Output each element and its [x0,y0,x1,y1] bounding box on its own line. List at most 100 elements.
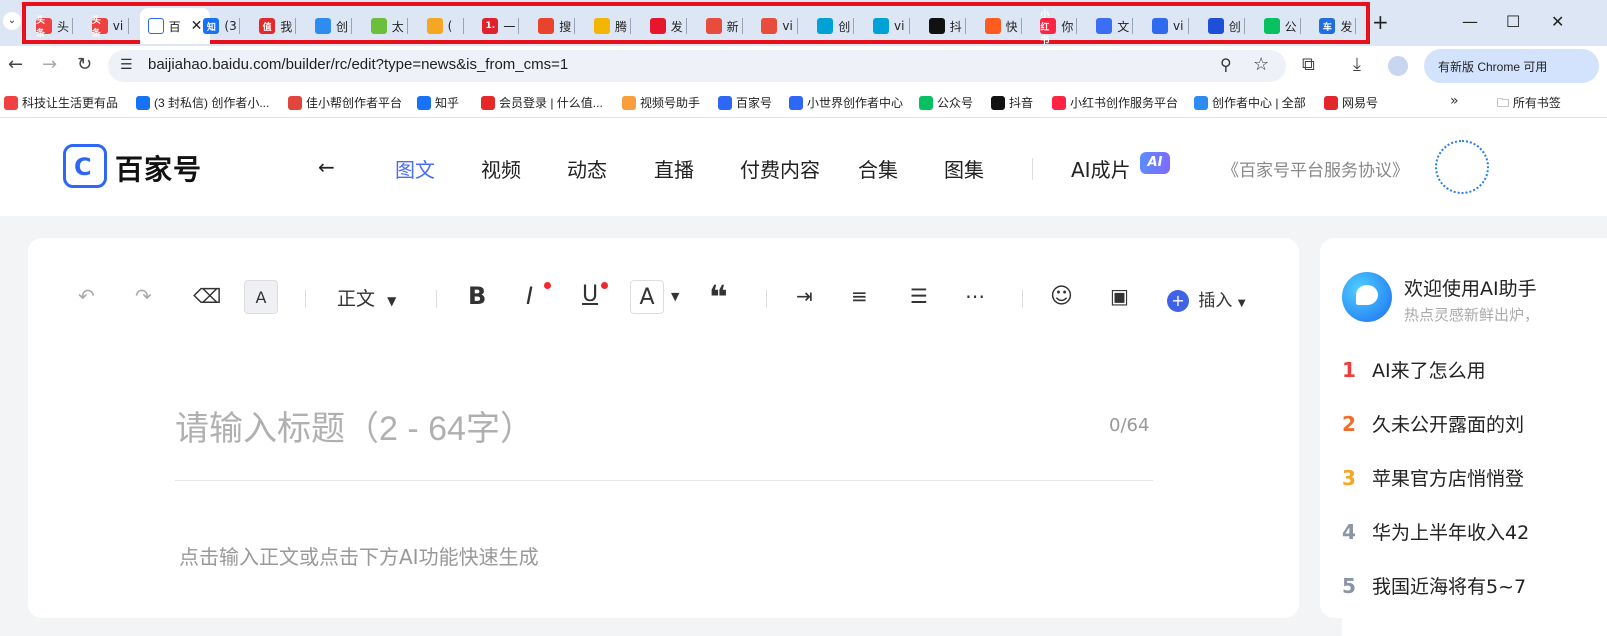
hot-topic-item[interactable]: 5 我国近海将有5~7 [1342,572,1526,599]
nav-gallery[interactable]: 图集 [944,154,984,183]
hot-topic-item[interactable]: 1 AI来了怎么用 [1342,356,1486,383]
nav-paid-content[interactable]: 付费内容 [740,154,820,183]
underline-icon[interactable]: U [582,282,598,307]
nav-video[interactable]: 视频 [481,154,521,183]
bookmark-item[interactable]: 网易号 [1324,94,1378,111]
eraser-icon[interactable]: ⌫ [193,284,221,308]
browser-tab[interactable]: 搜 [538,14,576,38]
reload-button[interactable]: ↻ [77,54,92,75]
hot-topic-item[interactable]: 2 久未公开露面的刘 [1342,410,1524,437]
unordered-list-icon[interactable]: ☰ [910,284,928,308]
bookmark-item[interactable]: 佳小帮创作者平台 [288,94,402,111]
all-bookmarks[interactable]: 🗀 所有书签 [1497,94,1561,115]
browser-tab[interactable]: 头条 vi [91,14,129,39]
extensions-icon[interactable]: ⧉ [1302,54,1315,75]
insert-button[interactable]: + 插入 ▼ [1167,286,1246,312]
browser-tab[interactable]: 头条头 [36,14,73,39]
bookmark-item[interactable]: (3 封私信) 创作者小... [136,94,269,111]
bookmark-item[interactable]: 会员登录 | 什么值... [481,94,603,111]
browser-tab[interactable]: 太 [370,14,408,38]
avatar[interactable] [1435,140,1489,194]
service-agreement-link[interactable]: 《百家号平台服务协议》 [1222,156,1409,181]
browser-tab[interactable]: 创 [1207,14,1245,38]
browser-tab[interactable]: 快 [984,14,1022,38]
font-color-icon[interactable]: A [630,280,664,314]
toutiao-icon [4,95,18,110]
bookmark-item[interactable]: 创作者中心 | 全部 [1194,94,1306,111]
forward-button[interactable]: → [42,54,57,75]
bookmark-item[interactable]: 科技让生活更有品 [4,94,118,111]
site-info-icon[interactable]: ☰ [120,57,133,73]
browser-tab[interactable]: 公 [1263,14,1301,38]
body-editor[interactable]: 点击输入正文或点击下方AI功能快速生成 [179,541,539,570]
browser-tab[interactable]: 腾 [594,14,631,38]
nav-live[interactable]: 直播 [654,154,694,183]
url-text[interactable]: baijiahao.baidu.com/builder/rc/edit?type… [148,56,568,73]
italic-icon[interactable]: I [526,282,533,310]
undo-icon[interactable]: ↶ [78,284,95,308]
emoji-icon[interactable]: ☺ [1050,284,1073,309]
browser-tab[interactable]: 小红书你 [1040,10,1078,46]
redo-icon[interactable]: ↷ [135,284,152,308]
close-tab-icon[interactable]: ✕ [191,18,203,34]
zoom-icon[interactable]: ⚲ [1220,55,1232,74]
bookmark-item[interactable]: 知乎 [417,94,459,111]
hot-topic-item[interactable]: 4 华为上半年收入42 [1342,518,1529,545]
bookmark-item[interactable]: 视频号助手 [622,94,700,111]
hot-topic-text: 久未公开露面的刘 [1372,414,1525,436]
browser-tab[interactable]: 创 [817,14,855,38]
baijiahao-logo-icon[interactable]: C [63,144,107,188]
browser-tab[interactable]: 百 ✕ [139,8,211,44]
paragraph-style-select[interactable]: 正文 ▼ [337,284,396,311]
bold-icon[interactable]: B [468,282,486,310]
browser-tab[interactable]: 1. 一 [482,14,520,38]
image-icon[interactable]: ▣ [1110,284,1129,308]
bookmark-item[interactable]: 公众号 [919,94,973,111]
browser-tab[interactable]: 值我 [259,14,297,38]
browser-tab[interactable]: 创 [315,14,352,38]
new-tab-button[interactable]: + [1372,10,1389,34]
nav-tuwen[interactable]: 图文 [395,154,435,183]
browser-tab[interactable]: vi [761,14,799,38]
tab-search-button[interactable]: ⌄ [3,12,21,30]
more-icon[interactable]: ⋯ [965,284,985,308]
omnibox[interactable]: ☰ baijiahao.baidu.com/builder/rc/edit?ty… [108,50,1286,82]
browser-tab[interactable]: ( [426,14,464,38]
format-painter-icon[interactable]: A [244,280,278,314]
browser-tab[interactable]: vi [1152,14,1189,38]
hot-topic-item[interactable]: 3 苹果官方店悄悄登 [1342,464,1524,491]
ordered-list-icon[interactable]: ≡ [851,284,868,308]
tab-separator [630,18,631,34]
title-input[interactable]: 请输入标题（2 - 64字） [175,401,534,450]
nav-collection[interactable]: 合集 [858,154,898,183]
bookmark-label: 创作者中心 | 全部 [1212,96,1306,110]
bookmark-item[interactable]: 小世界创作者中心 [789,94,903,111]
logo-text[interactable]: 百家号 [115,148,202,188]
browser-tab[interactable]: 发 [649,14,687,38]
bookmark-star-icon[interactable]: ☆ [1253,54,1269,75]
back-arrow-icon[interactable]: ← [318,155,335,179]
font-color-dropdown-icon[interactable]: ▼ [671,290,679,303]
back-button[interactable]: ← [8,54,23,75]
insert-label: 插入 [1198,291,1233,311]
maximize-button[interactable]: ☐ [1506,12,1520,31]
browser-tab[interactable]: 车发 [1319,14,1357,38]
minimize-button[interactable]: — [1462,12,1478,31]
bookmark-item[interactable]: 百家号 [718,94,772,111]
browser-tab[interactable]: 新 [705,14,743,38]
blockquote-icon[interactable]: ❝ [709,278,728,316]
nav-ai-video[interactable]: AI成片 [1071,154,1131,183]
more-bookmarks-icon[interactable]: » [1450,93,1459,109]
nav-dongtai[interactable]: 动态 [567,154,607,183]
bookmark-item[interactable]: 抖音 [991,94,1033,111]
chrome-update-button[interactable]: 有新版 Chrome 可用 [1424,49,1599,83]
indent-icon[interactable]: ⇥ [796,284,813,308]
browser-tab[interactable]: vi [873,14,910,38]
browser-tab[interactable]: 文 [1096,14,1134,38]
browser-tab[interactable]: 知 (3 [203,14,241,38]
close-window-button[interactable]: ✕ [1551,12,1564,31]
bookmark-item[interactable]: 小红书创作服务平台 [1052,94,1178,111]
profile-icon[interactable] [1388,56,1408,76]
browser-tab[interactable]: 抖 [928,14,966,38]
download-icon[interactable]: ⤓ [1353,54,1361,75]
